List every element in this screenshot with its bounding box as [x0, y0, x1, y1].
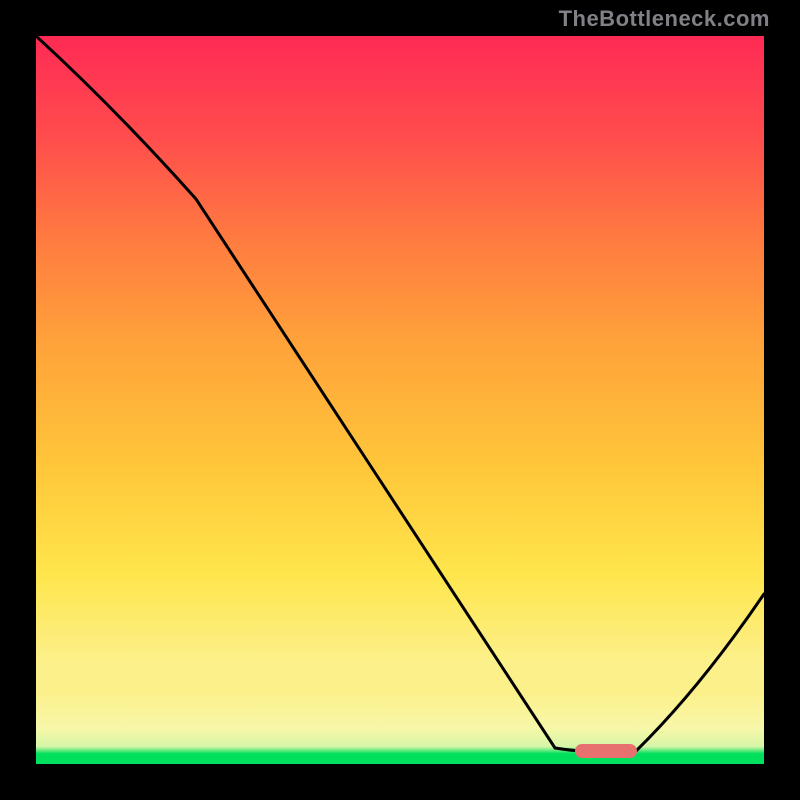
plot-area: [36, 36, 764, 764]
bottleneck-curve: [36, 36, 764, 752]
chart-container: TheBottleneck.com: [0, 0, 800, 800]
chart-svg: [36, 36, 764, 764]
watermark-text: TheBottleneck.com: [559, 6, 770, 32]
optimal-marker: [575, 744, 637, 758]
